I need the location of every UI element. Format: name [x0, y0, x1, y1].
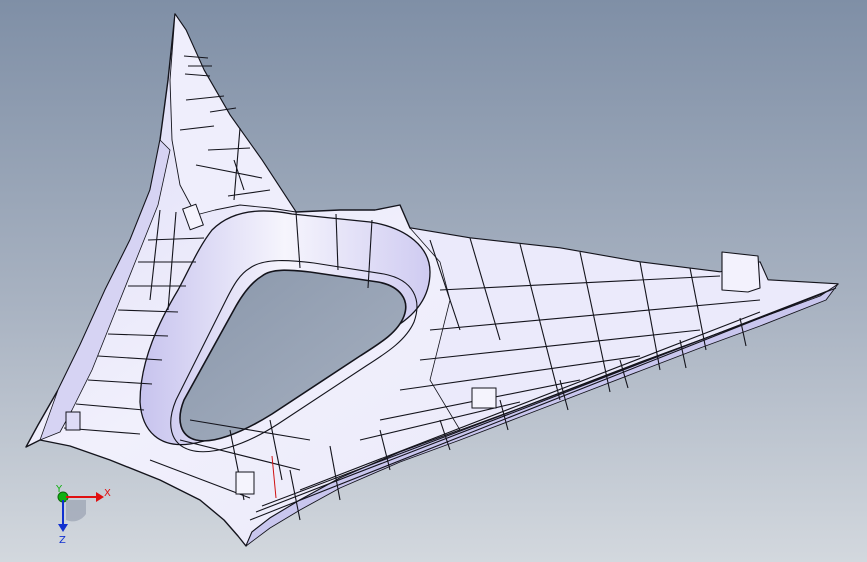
- viewport-canvas[interactable]: X Y Z: [0, 0, 867, 562]
- triad-x-label: X: [104, 488, 111, 499]
- model-viewport[interactable]: X Y Z: [0, 0, 867, 562]
- clip-left: [65, 411, 81, 431]
- clip-lower: [235, 471, 255, 495]
- triad-y-label: Y: [55, 484, 63, 495]
- triad-z-label: Z: [59, 535, 66, 546]
- right-tab: [721, 251, 761, 293]
- clip-right: [471, 387, 497, 409]
